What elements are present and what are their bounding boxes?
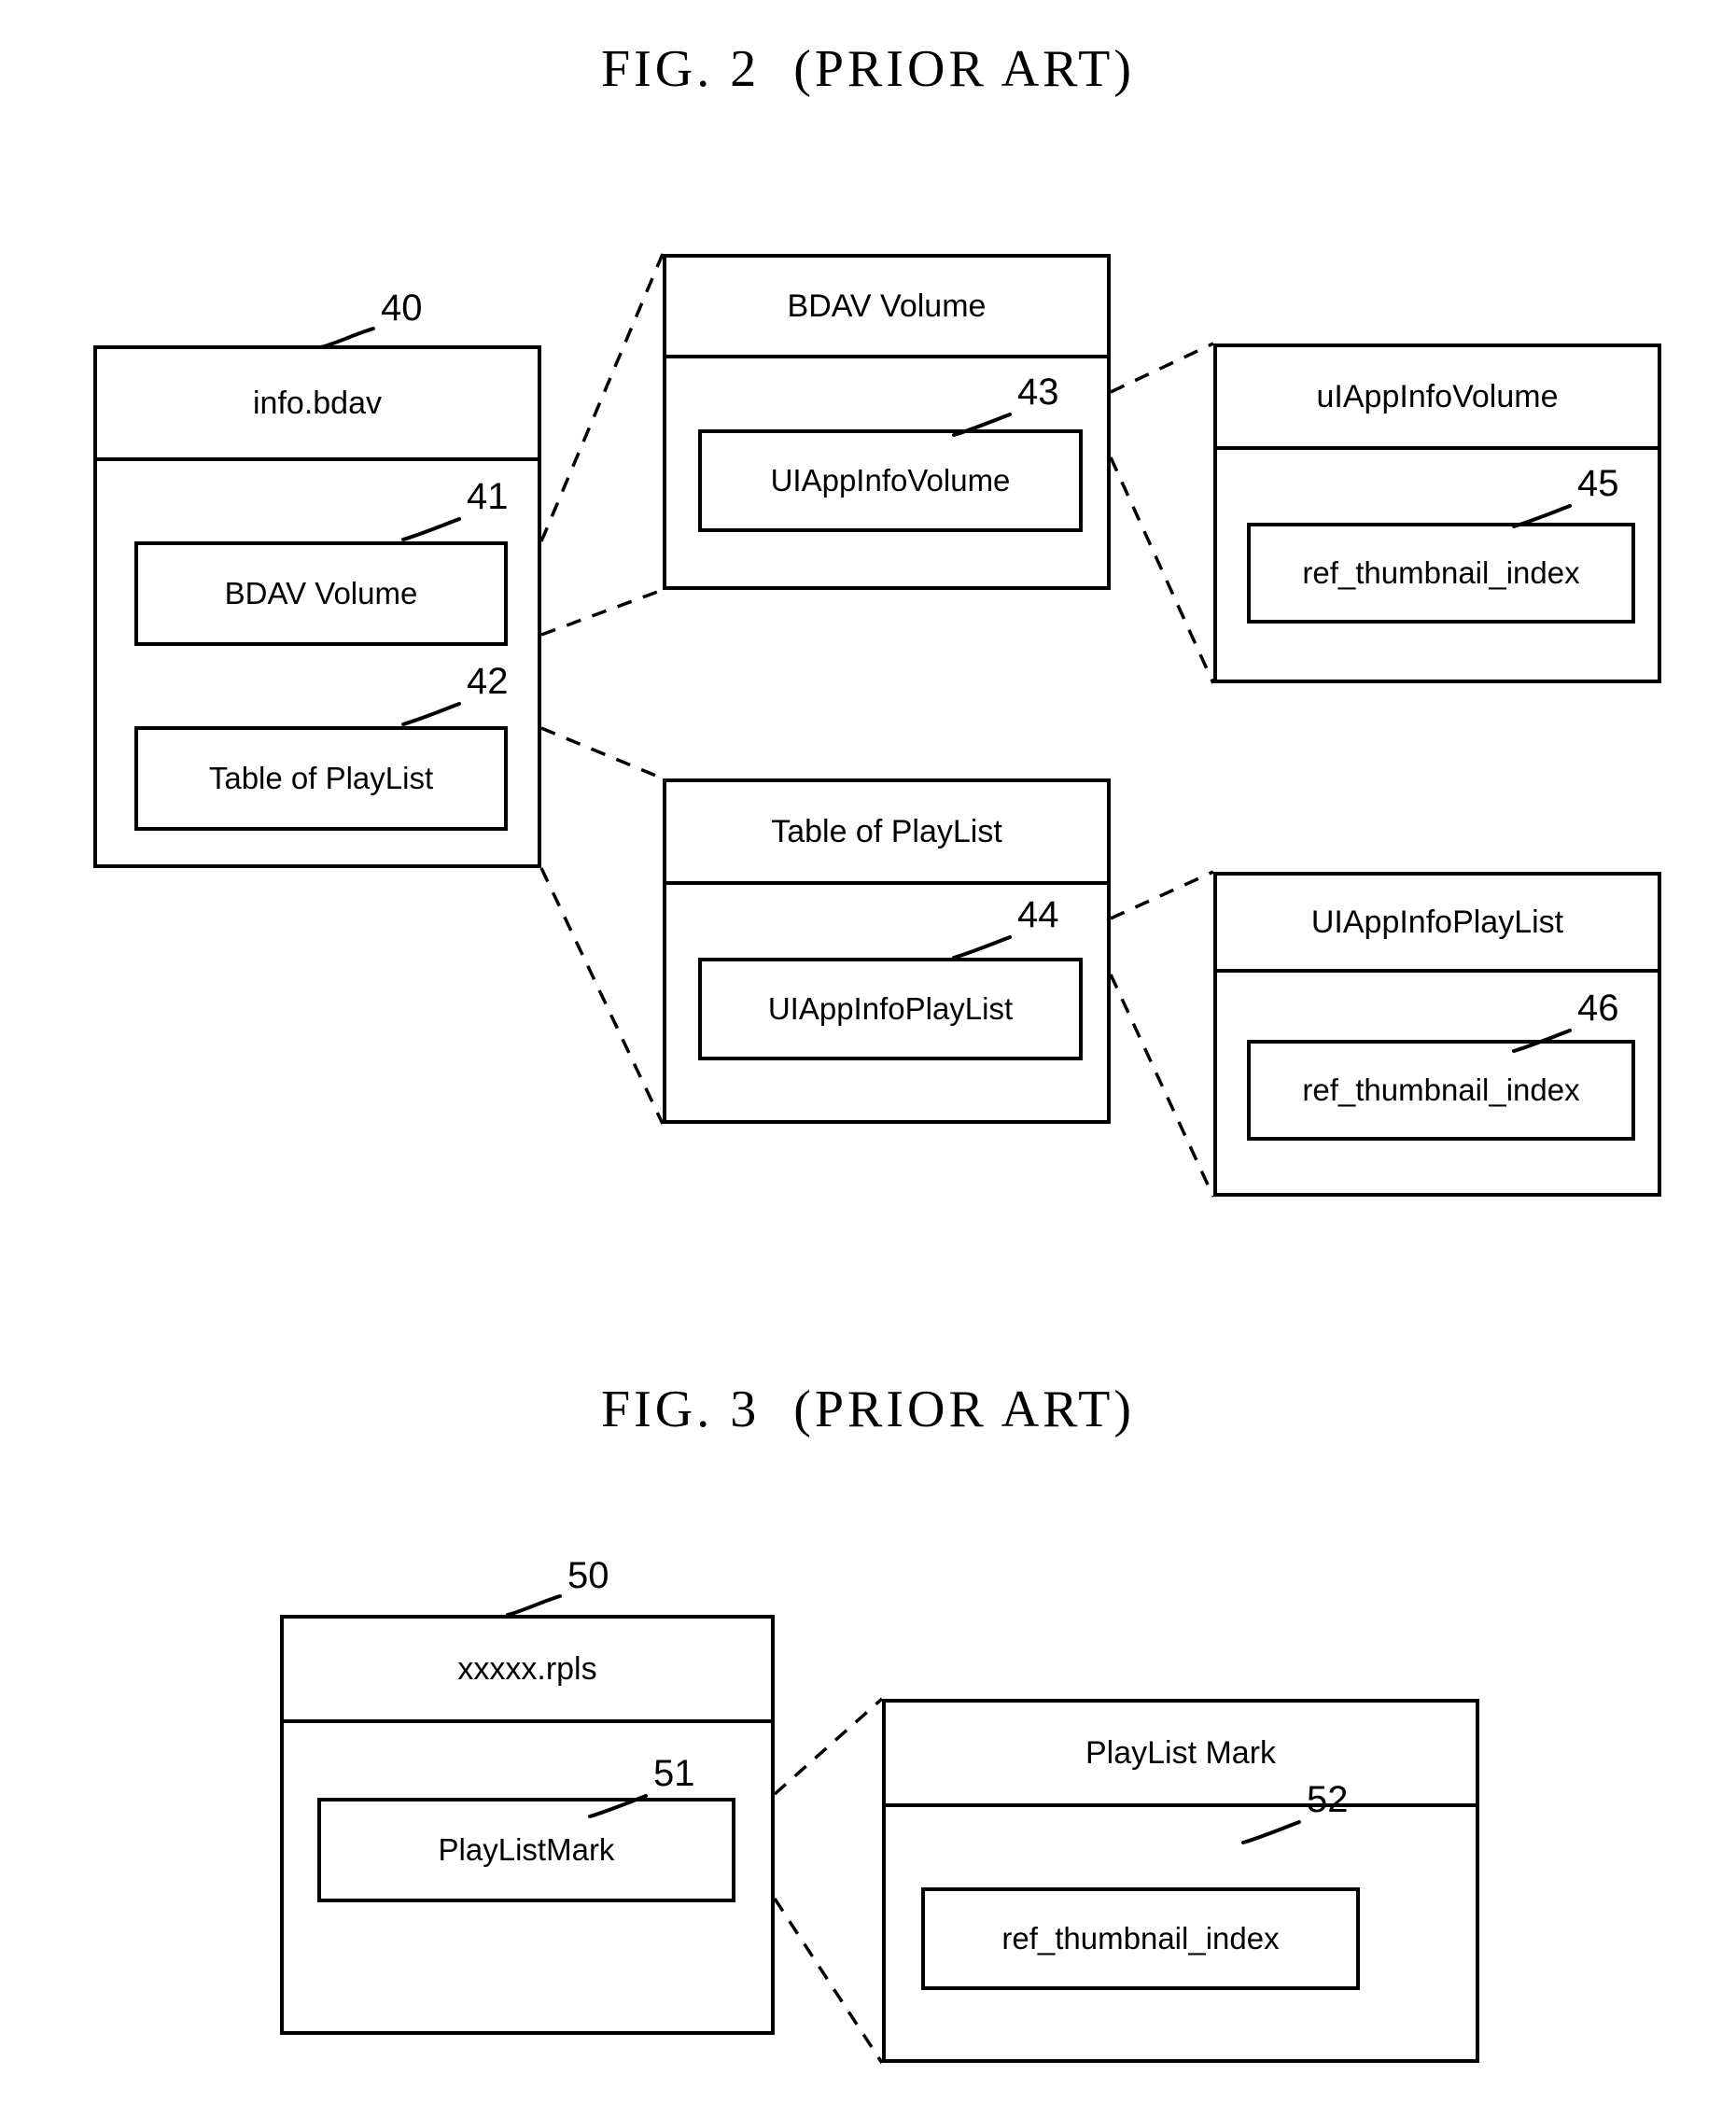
dashed-41-to-bdav-bottom <box>540 588 664 637</box>
ref-numeral-40: 40 <box>381 287 423 329</box>
figure-2-caption: FIG. 2 (PRIOR ART) <box>600 40 1135 98</box>
node-info-bdav: info.bdav BDAV Volume Table of PlayList <box>93 345 541 868</box>
node-rpls: xxxxx.rpls PlayListMark <box>280 1615 775 2035</box>
leader-40 <box>319 327 375 349</box>
inner-box-uiappinfoplaylist: UIAppInfoPlayList <box>698 958 1083 1060</box>
node-playlist-mark-body: ref_thumbnail_index <box>886 1807 1476 2059</box>
inner-box-bdav-volume: BDAV Volume <box>134 541 508 646</box>
dashed-42-to-top-top <box>540 726 664 780</box>
ref-numeral-46: 46 <box>1577 988 1619 1029</box>
node-uiappinfovolume-title: uIAppInfoVolume <box>1217 347 1658 450</box>
ref-numeral-43: 43 <box>1017 372 1059 413</box>
node-table-of-playlist-title: Table of PlayList <box>666 782 1107 885</box>
dashed-43-to-uiav-top <box>1110 342 1214 394</box>
dashed-51-to-plm-top <box>773 1697 884 1796</box>
ref-numeral-50: 50 <box>567 1555 609 1596</box>
node-bdav-volume: BDAV Volume UIAppInfoVolume <box>663 254 1111 590</box>
ref-numeral-52: 52 <box>1307 1779 1349 1820</box>
node-rpls-body: PlayListMark <box>284 1723 771 2031</box>
node-playlist-mark: PlayList Mark ref_thumbnail_index <box>882 1699 1479 2063</box>
node-table-of-playlist: Table of PlayList UIAppInfoPlayList <box>663 778 1111 1124</box>
ref-numeral-51: 51 <box>653 1753 695 1794</box>
leader-50 <box>506 1594 562 1617</box>
inner-box-ref-thumbnail-index-52: ref_thumbnail_index <box>921 1887 1360 1990</box>
node-bdav-volume-title: BDAV Volume <box>666 258 1107 358</box>
ref-numeral-42: 42 <box>467 661 509 702</box>
dashed-44-to-uiapl-top <box>1110 870 1214 920</box>
ref-numeral-45: 45 <box>1577 463 1619 504</box>
node-uiappinfoplaylist-title: UIAppInfoPlayList <box>1217 876 1658 973</box>
node-playlist-mark-title: PlayList Mark <box>886 1703 1476 1807</box>
inner-box-ref-thumbnail-index-46: ref_thumbnail_index <box>1247 1040 1635 1141</box>
figure-3-caption: FIG. 3 (PRIOR ART) <box>600 1381 1135 1438</box>
dashed-51-to-plm-bottom <box>773 1898 884 2064</box>
dashed-43-to-uiav-bottom <box>1109 456 1215 684</box>
inner-box-table-of-playlist: Table of PlayList <box>134 726 508 831</box>
node-info-bdav-title: info.bdav <box>97 349 538 461</box>
dashed-41-to-bdav-top <box>539 253 665 542</box>
node-uiappinfoplaylist: UIAppInfoPlayList ref_thumbnail_index <box>1213 872 1661 1197</box>
dashed-44-to-uiapl-bottom <box>1109 974 1215 1198</box>
ref-numeral-44: 44 <box>1017 894 1059 935</box>
inner-box-ref-thumbnail-index-45: ref_thumbnail_index <box>1247 523 1635 624</box>
inner-box-uiappinfovolume: UIAppInfoVolume <box>698 429 1083 532</box>
node-uiappinfovolume: uIAppInfoVolume ref_thumbnail_index <box>1213 343 1661 683</box>
dashed-42-to-top-bottom <box>539 867 665 1125</box>
node-rpls-title: xxxxx.rpls <box>284 1619 771 1723</box>
ref-numeral-41: 41 <box>467 476 509 517</box>
inner-box-playlistmark: PlayListMark <box>317 1798 735 1902</box>
